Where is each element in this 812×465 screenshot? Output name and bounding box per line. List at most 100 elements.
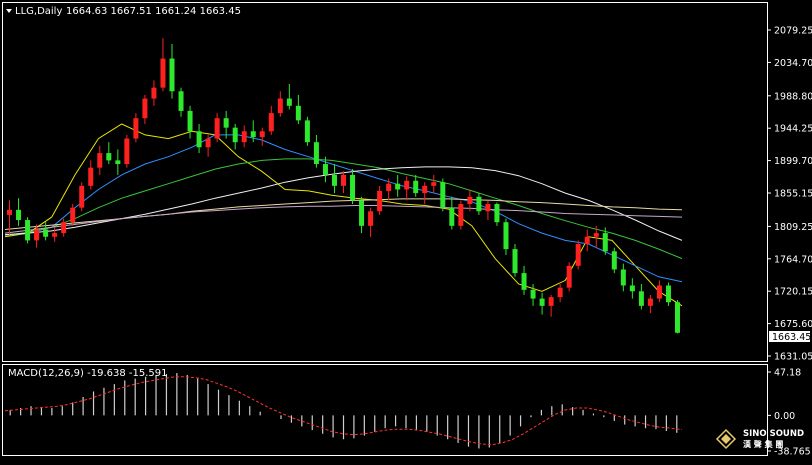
- candle-body: [521, 273, 527, 290]
- macd-tick-label: 0.00: [774, 411, 795, 422]
- candle-body: [395, 183, 401, 190]
- candle-body: [331, 174, 337, 186]
- candle-body: [665, 285, 671, 303]
- y-tick-label: 1809.25: [774, 222, 812, 233]
- candle-body: [566, 265, 572, 288]
- candle-body: [350, 174, 356, 201]
- candle-body: [268, 113, 274, 132]
- candle-body: [512, 249, 518, 274]
- candle-body: [79, 185, 85, 208]
- y-tick-label: 1944.25: [774, 124, 812, 135]
- candle-body: [593, 233, 599, 237]
- y-tick-label: 2034.70: [774, 58, 812, 69]
- candle-body: [124, 138, 130, 165]
- dropdown-triangle-icon[interactable]: [6, 9, 12, 13]
- candle-body: [115, 160, 121, 165]
- candle-body: [106, 153, 112, 161]
- y-tick-label: 1988.80: [774, 91, 812, 102]
- ma-line: [4, 123, 683, 307]
- candle-body: [34, 229, 40, 241]
- y-tick-label: 1631.05: [774, 352, 812, 363]
- candle-body: [214, 118, 220, 139]
- ohlc-values: 1664.63 1667.51 1661.24 1663.45: [66, 6, 241, 17]
- y-tick-label: 1675.60: [774, 319, 812, 330]
- candle-body: [476, 196, 482, 212]
- candle-body: [368, 211, 374, 226]
- brand-en: SINO SOUND: [743, 429, 804, 439]
- candle-body: [277, 98, 283, 114]
- candle-body: [503, 222, 509, 250]
- candle-body: [25, 220, 31, 241]
- last-price-tag: 1663.45: [772, 332, 811, 343]
- price-panel-frame: [2, 2, 768, 362]
- candle-body: [304, 120, 310, 143]
- candle-body: [548, 297, 554, 306]
- candle-body: [458, 204, 464, 226]
- macd-histogram: [9, 373, 678, 449]
- candle-body: [530, 289, 536, 299]
- y-tick-label: 1855.15: [774, 189, 812, 200]
- candle-body: [656, 285, 662, 299]
- candles: [7, 38, 680, 334]
- candle-body: [404, 180, 410, 190]
- y-tick-label: 1764.70: [774, 254, 812, 265]
- macd-tick-label: 47.18: [774, 368, 801, 379]
- candle-body: [232, 127, 238, 143]
- candle-body: [250, 131, 256, 138]
- candle-body: [638, 291, 644, 306]
- candle-body: [485, 204, 491, 212]
- candle-body: [223, 118, 229, 128]
- candle-body: [584, 236, 590, 245]
- candle-body: [359, 200, 365, 226]
- candle-body: [467, 196, 473, 205]
- candle-body: [539, 298, 545, 306]
- candle-body: [322, 164, 328, 175]
- candle-body: [449, 207, 455, 226]
- candle-body: [7, 209, 13, 215]
- y-axis: 2079.25 2034.70 1988.80 1944.25 1899.70 1855.…: [767, 26, 812, 363]
- candle-body: [178, 91, 184, 111]
- brand-cn: 漢 聲 集 團: [743, 439, 783, 449]
- candle-body: [259, 131, 265, 138]
- y-tick-label: 2079.25: [774, 26, 812, 37]
- candle-body: [377, 190, 383, 212]
- candle-body: [61, 222, 67, 234]
- candle-body: [295, 105, 301, 121]
- candle-body: [133, 118, 139, 139]
- candle-body: [88, 167, 94, 186]
- macd-label: MACD(12,26,9) -19.638 -15.591: [8, 368, 168, 379]
- candle-body: [52, 233, 58, 237]
- candle-body: [431, 182, 437, 186]
- candle-body: [494, 204, 500, 223]
- candle-body: [241, 131, 247, 143]
- candle-body: [70, 207, 76, 223]
- candle-body: [386, 183, 392, 191]
- candle-body: [557, 287, 563, 298]
- candle-body: [142, 98, 148, 119]
- moving-averages: [4, 123, 683, 307]
- candle-body: [647, 298, 653, 306]
- candle-body: [97, 153, 103, 168]
- candle-body: [16, 209, 22, 221]
- chart-svg: 2079.25 2034.70 1988.80 1944.25 1899.70 1855.…: [2, 2, 812, 458]
- candle-body: [205, 138, 211, 148]
- candle-body: [440, 182, 446, 208]
- candle-body: [602, 233, 608, 252]
- candle-body: [169, 58, 175, 92]
- chart-window: 2079.25 2034.70 1988.80 1944.25 1899.70 1855.…: [0, 0, 812, 461]
- symbol-label: LLG,Daily: [15, 6, 62, 17]
- candle-body: [160, 58, 166, 88]
- diamond-inner-icon: [721, 434, 731, 444]
- candle-body: [341, 174, 346, 186]
- candle-body: [196, 131, 202, 148]
- y-tick-label: 1720.15: [774, 287, 812, 298]
- candle-body: [575, 244, 581, 266]
- candle-body: [43, 229, 49, 237]
- candle-body: [151, 87, 157, 99]
- candle-body: [620, 269, 626, 286]
- candle-body: [413, 180, 419, 194]
- y-tick-label: 1899.70: [774, 156, 812, 167]
- ma-line: [4, 205, 683, 234]
- candle-body: [611, 251, 617, 270]
- candle-body: [674, 302, 680, 333]
